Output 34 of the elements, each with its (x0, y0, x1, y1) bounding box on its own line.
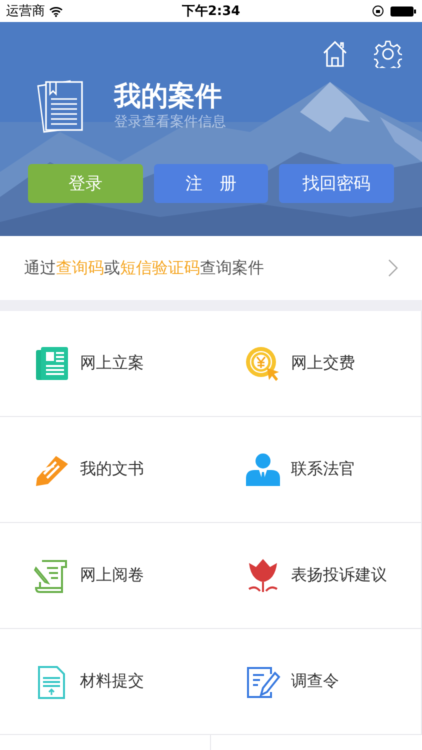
service-label: 我的文书 (80, 459, 144, 480)
home-icon[interactable] (322, 40, 348, 68)
service-tile[interactable]: 表扬投诉建议 (211, 523, 422, 629)
service-tile[interactable]: 网上交费 (211, 311, 422, 417)
register-button[interactable]: 注 册 (154, 164, 268, 203)
recover-password-button[interactable]: 找回密码 (279, 164, 394, 203)
service-tile[interactable]: 我的文书 (0, 417, 211, 523)
clock-time: 下午2:34 (180, 3, 242, 20)
service-label: 材料提交 (80, 671, 144, 692)
query-link[interactable]: 通过查询码或短信验证码查询案件 (24, 258, 388, 278)
battery-icon (390, 6, 416, 16)
service-label: 联系法官 (291, 459, 355, 480)
scroll-pen-icon (34, 558, 70, 594)
service-label: 网上阅卷 (80, 565, 144, 586)
page-subtitle: 登录查看案件信息 (114, 113, 226, 131)
document-icon (36, 78, 86, 134)
service-tile[interactable]: 调查令 (211, 629, 422, 735)
service-tile[interactable]: 联系法官 (211, 417, 422, 523)
filing-icon (34, 346, 70, 382)
settings-icon[interactable] (374, 40, 402, 68)
service-label: 网上立案 (80, 353, 144, 374)
rotation-lock-icon (372, 5, 384, 17)
coin-cursor-icon (245, 346, 281, 382)
chevron-right-icon (388, 259, 398, 277)
service-tile[interactable]: 网上阅卷 (0, 523, 211, 629)
carrier-name: 运营商 (6, 3, 45, 20)
service-tile[interactable]: 材料提交 (0, 629, 211, 735)
person-icon (245, 452, 281, 488)
wifi-icon (49, 6, 63, 16)
service-tile[interactable]: 网上立案 (0, 311, 211, 417)
service-label: 表扬投诉建议 (291, 565, 387, 586)
service-label: 网上交费 (291, 353, 355, 374)
service-label: 调查令 (291, 671, 339, 692)
page-title: 我的案件 (114, 81, 223, 113)
